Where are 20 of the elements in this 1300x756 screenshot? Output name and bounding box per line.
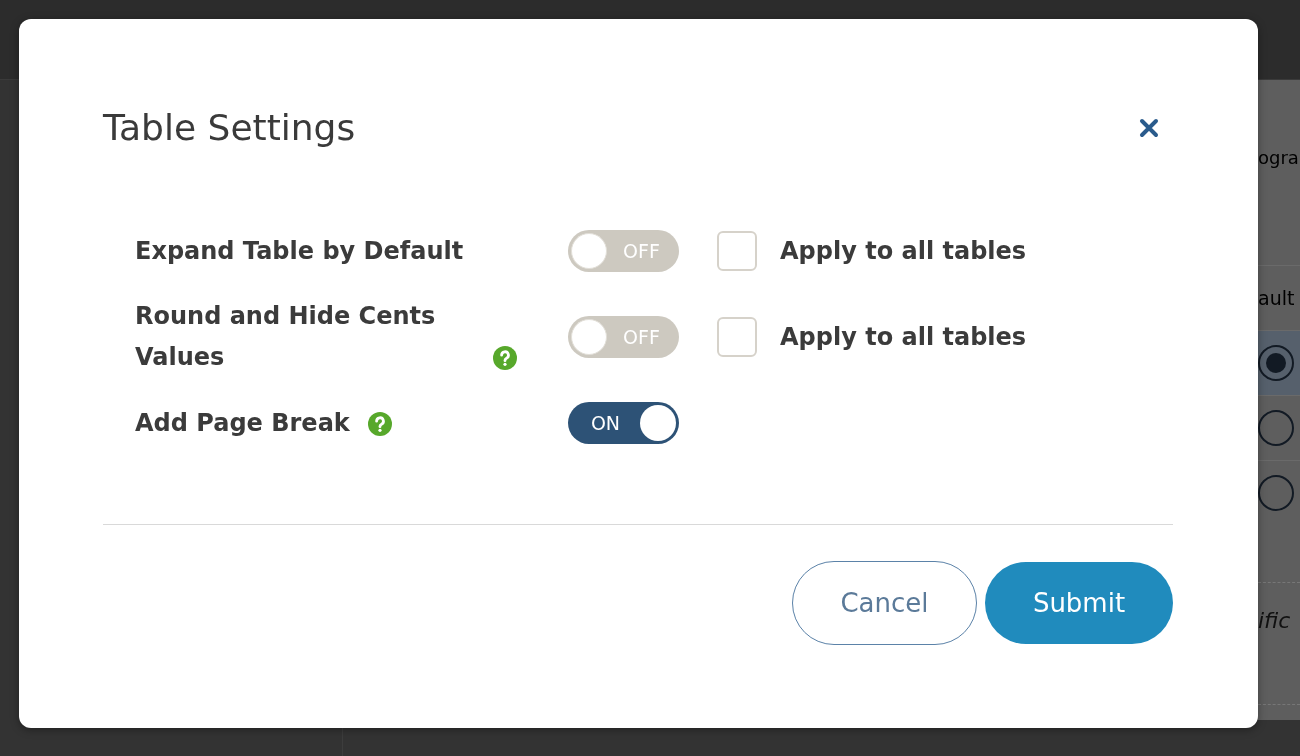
dialog-title: Table Settings — [103, 106, 356, 150]
checkbox[interactable] — [717, 231, 757, 271]
help-icon[interactable] — [367, 411, 392, 436]
toggle-switch[interactable]: ON — [568, 402, 679, 444]
checkbox-label: Apply to all tables — [780, 322, 1027, 352]
setting-label: Round and Hide Cents Values — [135, 301, 437, 373]
setting-label: Expand Table by Default — [135, 235, 464, 267]
page-heading: ogra — [1258, 146, 1300, 170]
toggle-knob-icon — [571, 319, 607, 355]
submit-button[interactable]: Submit — [985, 562, 1173, 644]
checkbox-label: Apply to all tables — [780, 236, 1027, 266]
close-button[interactable] — [1138, 117, 1160, 139]
column-header: ault — [1258, 286, 1296, 310]
toggle-knob-icon — [640, 405, 676, 441]
help-icon[interactable] — [493, 346, 517, 370]
setting-label: Add Page Break — [135, 407, 350, 439]
toggle-knob-icon — [571, 233, 607, 269]
checkbox[interactable] — [717, 317, 757, 357]
close-icon — [1139, 118, 1159, 138]
cancel-button[interactable]: Cancel — [792, 561, 977, 645]
